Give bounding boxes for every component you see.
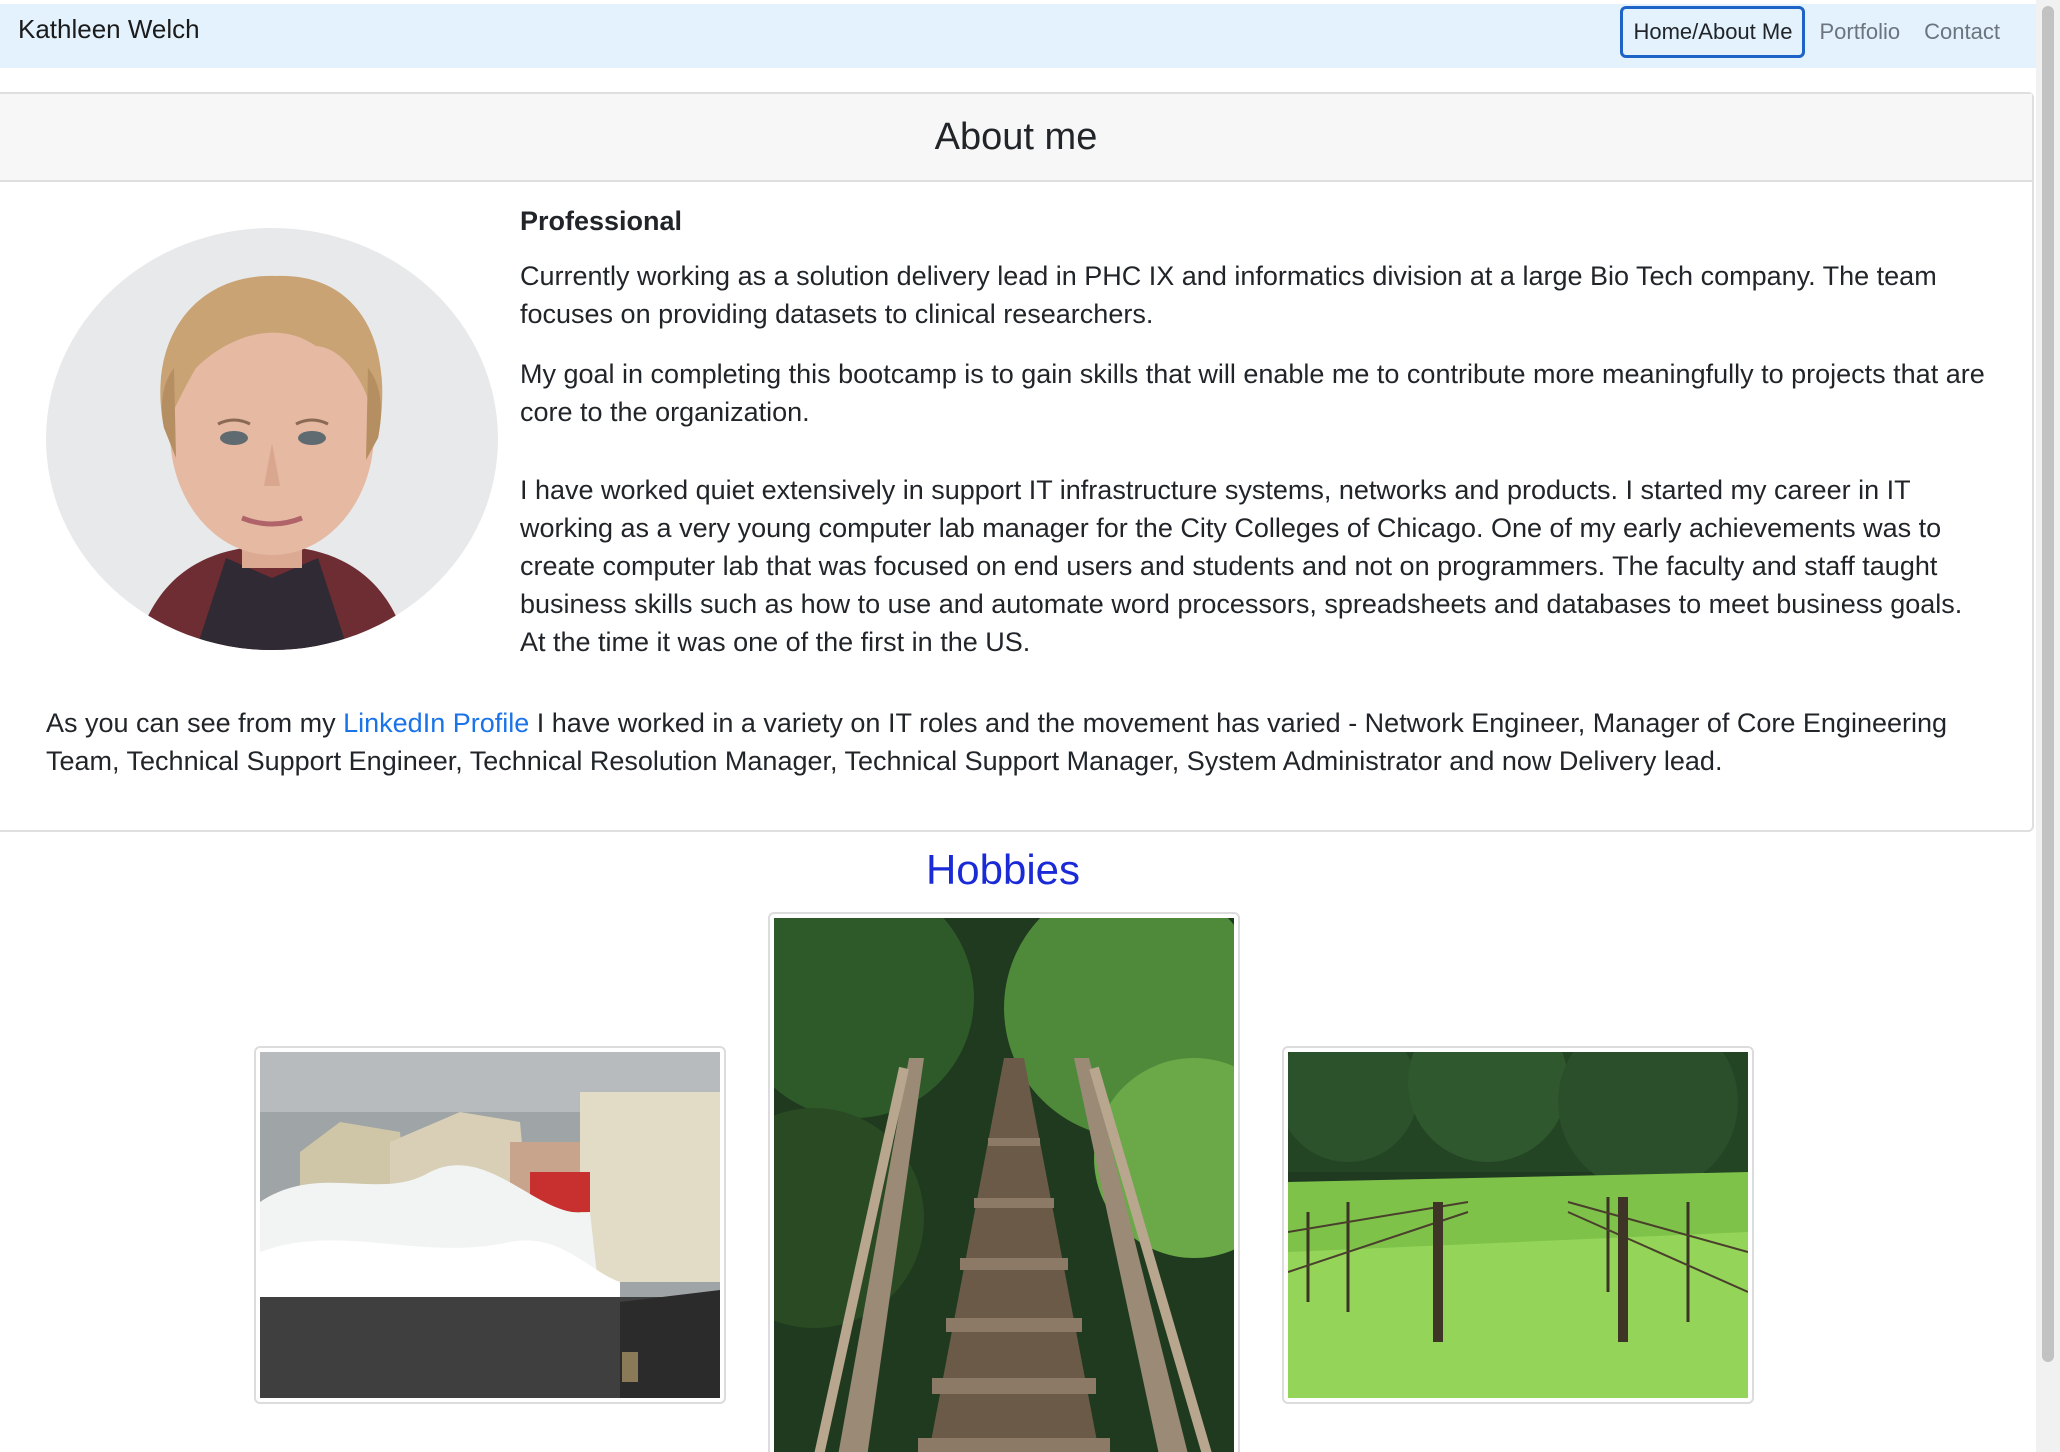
professional-section: Professional Currently working as a solu… bbox=[520, 206, 1990, 683]
professional-paragraph-1: Currently working as a solution delivery… bbox=[520, 261, 1937, 329]
brand-link[interactable]: Kathleen Welch bbox=[18, 14, 200, 45]
vertical-scrollbar[interactable] bbox=[2036, 0, 2060, 1452]
career-paragraph: As you can see from my LinkedIn Profile … bbox=[46, 704, 2006, 780]
career-prefix: As you can see from my bbox=[46, 708, 336, 738]
vineyard-image bbox=[1288, 1052, 1748, 1398]
linkedin-profile-link[interactable]: LinkedIn Profile bbox=[343, 708, 529, 738]
hobbies-title: Hobbies bbox=[925, 846, 1081, 893]
scrollbar-thumb[interactable] bbox=[2042, 6, 2054, 1362]
nav-home-about[interactable]: Home/About Me bbox=[1620, 6, 1806, 58]
about-title: About me bbox=[934, 116, 1098, 158]
profile-photo bbox=[46, 228, 498, 650]
hobby-photo-vineyard[interactable] bbox=[1282, 1046, 1754, 1404]
nav-contact[interactable]: Contact bbox=[1914, 7, 2010, 57]
nav-links: Home/About Me Portfolio Contact bbox=[1620, 6, 2010, 58]
about-card-header: About me bbox=[0, 94, 2032, 182]
profile-portrait-image bbox=[46, 228, 498, 650]
page: Kathleen Welch Home/About Me Portfolio C… bbox=[0, 0, 2036, 1452]
navbar: Kathleen Welch Home/About Me Portfolio C… bbox=[0, 4, 2036, 68]
coastal-waves-image bbox=[260, 1052, 720, 1398]
professional-paragraph-2: My goal in completing this bootcamp is t… bbox=[520, 359, 1985, 427]
professional-heading: Professional bbox=[520, 206, 683, 236]
hobby-photo-coast[interactable] bbox=[254, 1046, 726, 1404]
hobby-photo-stairs[interactable] bbox=[768, 912, 1240, 1452]
nav-portfolio[interactable]: Portfolio bbox=[1809, 7, 1910, 57]
professional-paragraph-3: I have worked quiet extensively in suppo… bbox=[520, 475, 1963, 657]
garden-stairs-image bbox=[774, 918, 1234, 1452]
